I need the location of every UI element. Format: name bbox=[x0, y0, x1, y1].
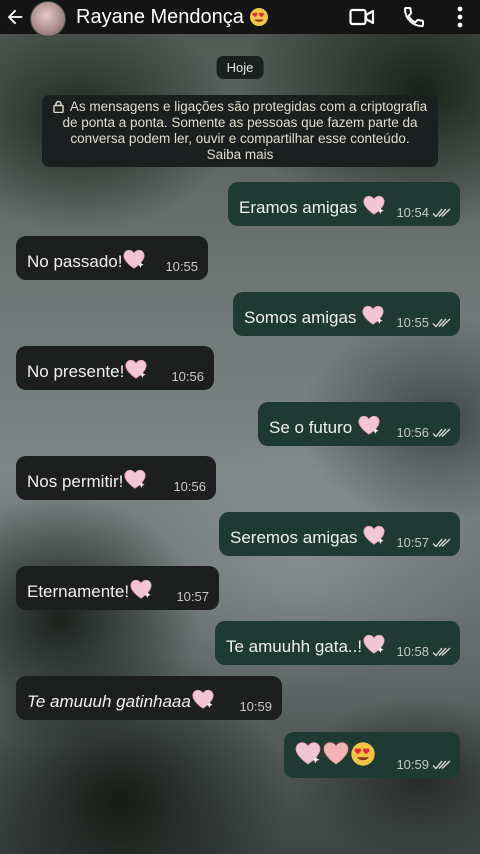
message-time: 10:54 bbox=[396, 205, 452, 220]
sparkling-heart-icon bbox=[123, 468, 147, 490]
encryption-notice-text: As mensagens e ligações são protegidas c… bbox=[62, 99, 428, 162]
sparkling-heart-icon bbox=[122, 248, 146, 270]
message-bubble-in[interactable]: Te amuuuh gatinhaaa 10:59 bbox=[16, 676, 282, 720]
message-emojis bbox=[294, 740, 376, 768]
message-time: 10:56 bbox=[171, 369, 204, 384]
heart-eyes-face-icon bbox=[351, 742, 375, 766]
sparkling-heart-icon bbox=[124, 358, 148, 380]
message-text: Eternamente! bbox=[27, 578, 153, 602]
message-bubble-out[interactable]: Te amuuhh gata..! 10:58 bbox=[215, 621, 460, 665]
message-time: 10:58 bbox=[396, 644, 452, 659]
contact-avatar[interactable] bbox=[30, 1, 66, 37]
message-time: 10:59 bbox=[396, 757, 452, 772]
sparkling-heart-icon bbox=[294, 740, 322, 766]
message-text: Nos permitir! bbox=[27, 468, 147, 492]
message-time: 10:59 bbox=[239, 699, 272, 714]
contact-name-text: Rayane Mendonça bbox=[76, 5, 244, 28]
message-text: Eramos amigas bbox=[239, 194, 386, 218]
message-text: No presente! bbox=[27, 358, 148, 382]
sparkling-heart-icon bbox=[357, 414, 381, 436]
read-receipt-icon bbox=[432, 646, 452, 658]
message-bubble-out[interactable]: Eramos amigas 10:54 bbox=[228, 182, 460, 226]
message-text: Somos amigas bbox=[244, 304, 385, 328]
message-bubble-out[interactable]: 10:59 bbox=[284, 732, 460, 778]
contact-name[interactable]: Rayane Mendonça bbox=[76, 6, 336, 29]
message-bubble-in[interactable]: No presente! 10:56 bbox=[16, 346, 214, 390]
more-icon[interactable] bbox=[440, 0, 480, 34]
message-bubble-in[interactable]: No passado! 10:55 bbox=[16, 236, 208, 280]
sparkling-heart-icon bbox=[362, 194, 386, 216]
message-text: Se o futuro bbox=[269, 414, 381, 438]
sparkling-heart-icon bbox=[361, 304, 385, 326]
sparkling-heart-icon bbox=[129, 578, 153, 600]
read-receipt-icon bbox=[432, 537, 452, 549]
sparkling-heart-icon bbox=[362, 524, 386, 546]
message-text: Te amuuhh gata..! bbox=[226, 633, 386, 657]
sparkling-heart-icon bbox=[362, 633, 386, 655]
message-text: Seremos amigas bbox=[230, 524, 386, 548]
back-arrow-icon[interactable] bbox=[0, 0, 30, 34]
lock-icon bbox=[53, 100, 64, 113]
encryption-notice[interactable]: As mensagens e ligações são protegidas c… bbox=[42, 95, 438, 167]
message-bubble-out[interactable]: Se o futuro 10:56 bbox=[258, 402, 460, 446]
pink-heart-icon bbox=[322, 740, 350, 766]
message-time: 10:55 bbox=[396, 315, 452, 330]
date-chip: Hoje bbox=[216, 56, 264, 79]
read-receipt-icon bbox=[432, 317, 452, 329]
chat-header: Rayane Mendonça bbox=[0, 0, 480, 37]
read-receipt-icon bbox=[432, 759, 452, 771]
read-receipt-icon bbox=[432, 207, 452, 219]
message-time: 10:57 bbox=[176, 589, 209, 604]
message-bubble-out[interactable]: Somos amigas 10:55 bbox=[233, 292, 460, 336]
message-bubble-in[interactable]: Eternamente! 10:57 bbox=[16, 566, 219, 610]
message-time: 10:57 bbox=[396, 535, 452, 550]
message-time: 10:55 bbox=[165, 259, 198, 274]
message-bubble-out[interactable]: Seremos amigas 10:57 bbox=[219, 512, 460, 556]
message-bubble-in[interactable]: Nos permitir! 10:56 bbox=[16, 456, 216, 500]
message-text: No passado! bbox=[27, 248, 146, 272]
phone-icon[interactable] bbox=[388, 0, 440, 34]
message-time: 10:56 bbox=[173, 479, 206, 494]
video-call-icon[interactable] bbox=[336, 0, 388, 34]
message-time: 10:56 bbox=[396, 425, 452, 440]
message-text: Te amuuuh gatinhaaa bbox=[27, 688, 215, 712]
heart-eyes-face-icon bbox=[250, 7, 269, 26]
sparkling-heart-icon bbox=[191, 688, 215, 710]
read-receipt-icon bbox=[432, 427, 452, 439]
